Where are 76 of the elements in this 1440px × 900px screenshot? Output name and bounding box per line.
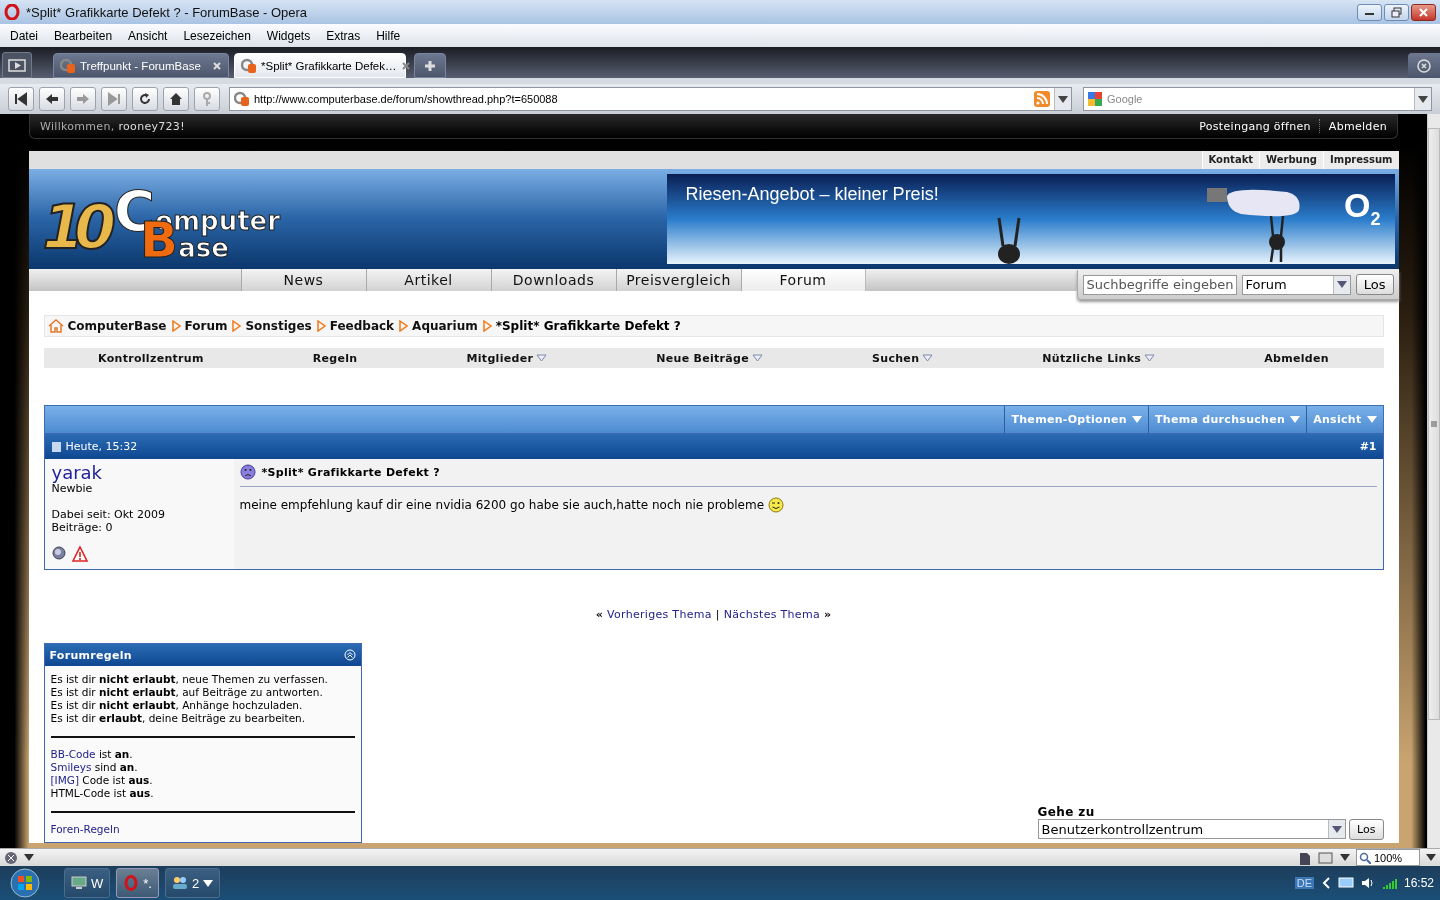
rules-link[interactable]: Foren-Regeln — [50, 823, 120, 835]
permission-text: Es ist dir nicht erlaubt, Anhänge hochzuladen. — [50, 699, 304, 712]
menu-item[interactable]: Lesezeichen — [175, 28, 259, 43]
setting-text: BB-Code ist an. — [50, 748, 134, 761]
breadcrumb-link[interactable]: Sonstiges — [245, 319, 312, 333]
post-date: Heute, 15:32 — [65, 440, 138, 453]
user-link[interactable]: Posteingang öffnen — [1199, 119, 1311, 133]
top-link[interactable]: Kontakt — [1201, 151, 1260, 169]
menu-item[interactable]: Bearbeiten — [46, 28, 121, 43]
nav-tab[interactable]: Forum — [740, 269, 866, 291]
nav-tab[interactable]: Downloads — [490, 269, 616, 291]
forum-select[interactable]: Benutzerkontrollzentrum — [1037, 819, 1347, 839]
top-link[interactable]: Impressum — [1323, 151, 1399, 169]
clock[interactable]: 16:52 — [1403, 876, 1434, 890]
next-thread-link[interactable]: Nächstes Thema — [723, 608, 820, 621]
menu-item[interactable]: Datei — [2, 28, 46, 43]
menu-item[interactable]: Extras — [318, 28, 369, 43]
permission-text: Es ist dir nicht erlaubt, neue Themen zu verfassen. — [50, 673, 329, 686]
navbar-link[interactable]: Kontrollzentrum — [98, 351, 204, 365]
post-number-link[interactable]: #1 — [1359, 440, 1377, 453]
setting-link[interactable]: [IMG] — [50, 774, 79, 786]
breadcrumb-link[interactable]: Feedback — [329, 319, 395, 333]
setting-text: Smileys sind an. — [50, 761, 139, 774]
setting-link[interactable]: BB-Code — [50, 748, 96, 760]
menu-item[interactable]: Hilfe — [368, 28, 409, 43]
browser-tab[interactable]: Treffpunkt - ForumBase — [53, 53, 229, 78]
search-button[interactable]: Los — [1355, 274, 1394, 295]
nav-tab[interactable]: Preisvergleich — [615, 269, 741, 291]
navbar-link[interactable]: Abmelden — [1264, 351, 1329, 365]
search-field[interactable]: Suchbegriffe eingeben — [1082, 274, 1237, 295]
search-input[interactable]: Google — [1107, 90, 1410, 108]
user-rank: Newbie — [51, 482, 93, 495]
taskbar-button[interactable]: *. — [116, 868, 159, 898]
setting-text: HTML-Code ist aus. — [50, 787, 155, 800]
taskbar-button[interactable]: 2 — [164, 868, 221, 898]
breadcrumb-link[interactable]: ComputerBase — [67, 319, 167, 333]
goto-button[interactable]: Los — [1349, 819, 1384, 840]
scope-select[interactable]: Forum — [1241, 274, 1351, 295]
user-link[interactable]: Abmelden — [1328, 119, 1387, 133]
ad-headline[interactable]: Riesen-Angebot – kleiner Preis! — [685, 184, 939, 205]
taskbar-button[interactable]: W — [64, 868, 111, 898]
breadcrumb-link[interactable]: Forum — [184, 319, 228, 333]
previous-marker: « — [595, 608, 604, 621]
join-date: Dabei seit: Okt 2009 — [51, 508, 166, 521]
permission-text: Es ist dir nicht erlaubt, auf Beiträge zu antworten. — [50, 686, 324, 699]
zoom-field[interactable]: 100% — [1356, 849, 1420, 866]
ad-logo[interactable]: O$_{2}$ — [1344, 188, 1381, 228]
breadcrumb-link[interactable]: Aquarium — [412, 319, 478, 333]
top-link[interactable]: Werbung — [1259, 151, 1324, 169]
navbar-link[interactable]: Neue Beiträge — [656, 351, 763, 365]
setting-link[interactable]: Smileys — [50, 761, 92, 773]
navbar-link[interactable]: Suchen — [872, 351, 934, 365]
post-count: Beiträge: 0 — [51, 521, 114, 534]
menu-item[interactable]: Ansicht — [120, 28, 176, 43]
navbar-link[interactable]: Nützliche Links — [1042, 351, 1156, 365]
separator-text: | — [715, 608, 720, 621]
address-field[interactable]: http://www.computerbase.de/forum/showthread.php?t=650088 — [229, 87, 1072, 111]
nav-tab[interactable]: Artikel — [365, 269, 491, 291]
username-link[interactable]: rooney723! — [118, 119, 185, 133]
menu-item[interactable]: Widgets — [258, 28, 319, 43]
nav-tab[interactable]: News — [240, 269, 366, 291]
search-field[interactable]: Google — [1083, 87, 1432, 111]
breadcrumb-current: *Split* Grafikkarte Defekt ? — [495, 319, 681, 333]
navbar-link[interactable]: Mitglieder — [466, 351, 548, 365]
post-message: meine empfehlung kauf dir eine nvidia 6200 go habe sie auch,hatte noch nie probleme — [239, 498, 765, 512]
post-title: *Split* Grafikkarte Defekt ? — [261, 465, 440, 479]
navbar-link[interactable]: Regeln — [312, 351, 358, 365]
window-title: *Split* Grafikkarte Defekt ? - ForumBase - Opera — [26, 4, 309, 20]
goto-label: Gehe zu — [1037, 805, 1096, 819]
author-link[interactable]: yarak — [51, 464, 227, 482]
previous-thread-link[interactable]: Vorheriges Thema — [607, 608, 712, 621]
panel-title: Forumregeln — [49, 648, 132, 662]
permission-text: Es ist dir erlaubt, deine Beiträge zu bearbeiten. — [50, 712, 307, 725]
next-marker: » — [823, 608, 832, 621]
setting-text: [IMG] Code ist aus. — [50, 774, 154, 787]
welcome-text: Willkommen, — [40, 119, 115, 133]
